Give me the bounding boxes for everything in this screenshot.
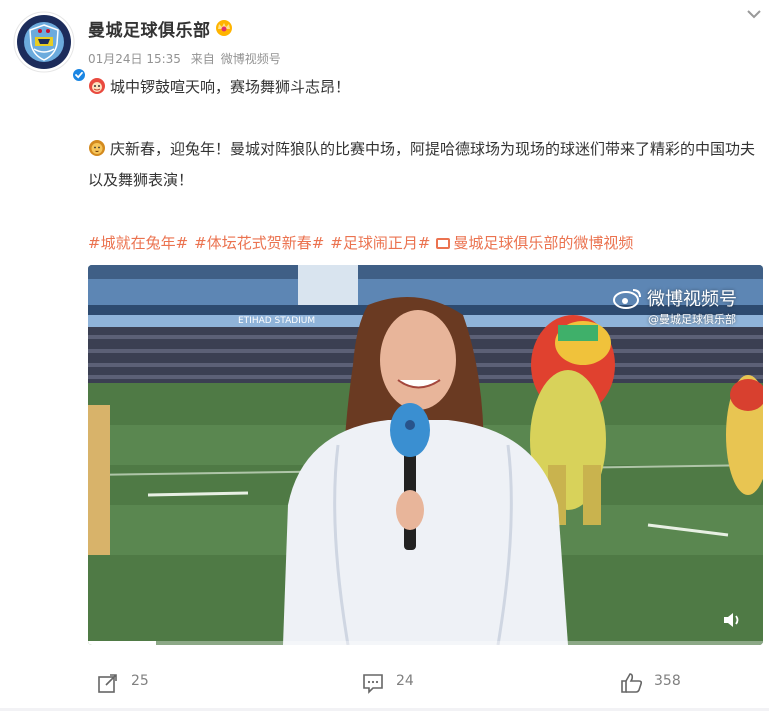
like-count: 358 xyxy=(654,673,681,689)
share-icon xyxy=(98,674,117,693)
post-text-2: 庆新春，迎兔年！曼城对阵狼队的比赛中场，阿提哈德球场为现场的球迷们带来了精彩的中… xyxy=(88,140,756,189)
weibo-post-card: 曼城足球俱乐部 01月24日 15:35 来自 微博视频号 城中锣鼓喧天响，赛场舞… xyxy=(0,0,769,711)
post-text-line1: 城中锣鼓喧天响，赛场舞狮斗志昂！ xyxy=(88,76,350,97)
video-progress-fill xyxy=(88,641,156,645)
comment-count: 24 xyxy=(396,673,414,689)
post-text-line2: 庆新春，迎兔年！曼城对阵狼队的比赛中场，阿提哈德球场为现场的球迷们带来了精彩的中… xyxy=(88,134,764,196)
post-meta: 01月24日 15:35 来自 微博视频号 xyxy=(88,50,287,67)
avatar[interactable] xyxy=(13,11,87,83)
hashtag-link[interactable]: #城就在兔年# xyxy=(88,234,188,252)
comment-icon xyxy=(363,674,383,694)
video-icon xyxy=(436,238,451,249)
source-link[interactable]: 微博视频号 xyxy=(221,52,281,66)
man-city-crest-logo xyxy=(13,11,75,73)
chevron-down-icon[interactable] xyxy=(744,6,764,22)
author-name[interactable]: 曼城足球俱乐部 xyxy=(88,16,211,41)
crown-icon xyxy=(216,20,232,36)
weibo-logo-icon xyxy=(613,289,641,309)
verified-badge-icon xyxy=(71,67,87,83)
stadium-sign: ETIHAD STADIUM xyxy=(238,316,315,326)
hashtag-link[interactable]: #足球闹正月# xyxy=(330,234,430,252)
hashtag-link[interactable]: #体坛花式贺新春# xyxy=(194,234,324,252)
post-text-1: 城中锣鼓喧天响，赛场舞狮斗志昂！ xyxy=(110,78,351,96)
source-prefix: 来自 xyxy=(190,52,215,66)
comment-button[interactable]: 24 xyxy=(362,671,442,695)
video-source-link[interactable]: 曼城足球俱乐部的微博视频 xyxy=(436,234,633,252)
watermark-title: 微博视频号 xyxy=(647,289,737,310)
watermark-handle: @曼城足球俱乐部 xyxy=(648,313,736,326)
volume-icon[interactable] xyxy=(722,611,744,629)
tag-row: #城就在兔年# #体坛花式贺新春# #足球闹正月# 曼城足球俱乐部的微博视频 xyxy=(88,232,633,253)
video-link-text: 曼城足球俱乐部的微博视频 xyxy=(453,234,634,252)
lion-dance-emoji-icon xyxy=(89,78,105,94)
like-button[interactable]: 358 xyxy=(620,671,710,695)
post-date[interactable]: 01月24日 15:35 xyxy=(88,52,181,66)
thumbs-up-icon xyxy=(621,673,643,693)
video-progress-bar[interactable] xyxy=(88,641,763,645)
video-watermark: 微博视频号 xyxy=(613,285,737,311)
share-button[interactable]: 25 xyxy=(97,671,177,695)
share-count: 25 xyxy=(131,673,149,689)
video-player[interactable]: ETIHAD STADIUM 微博视频号 @曼城足球俱乐部 xyxy=(88,265,763,645)
lion-face-emoji-icon xyxy=(89,140,105,156)
